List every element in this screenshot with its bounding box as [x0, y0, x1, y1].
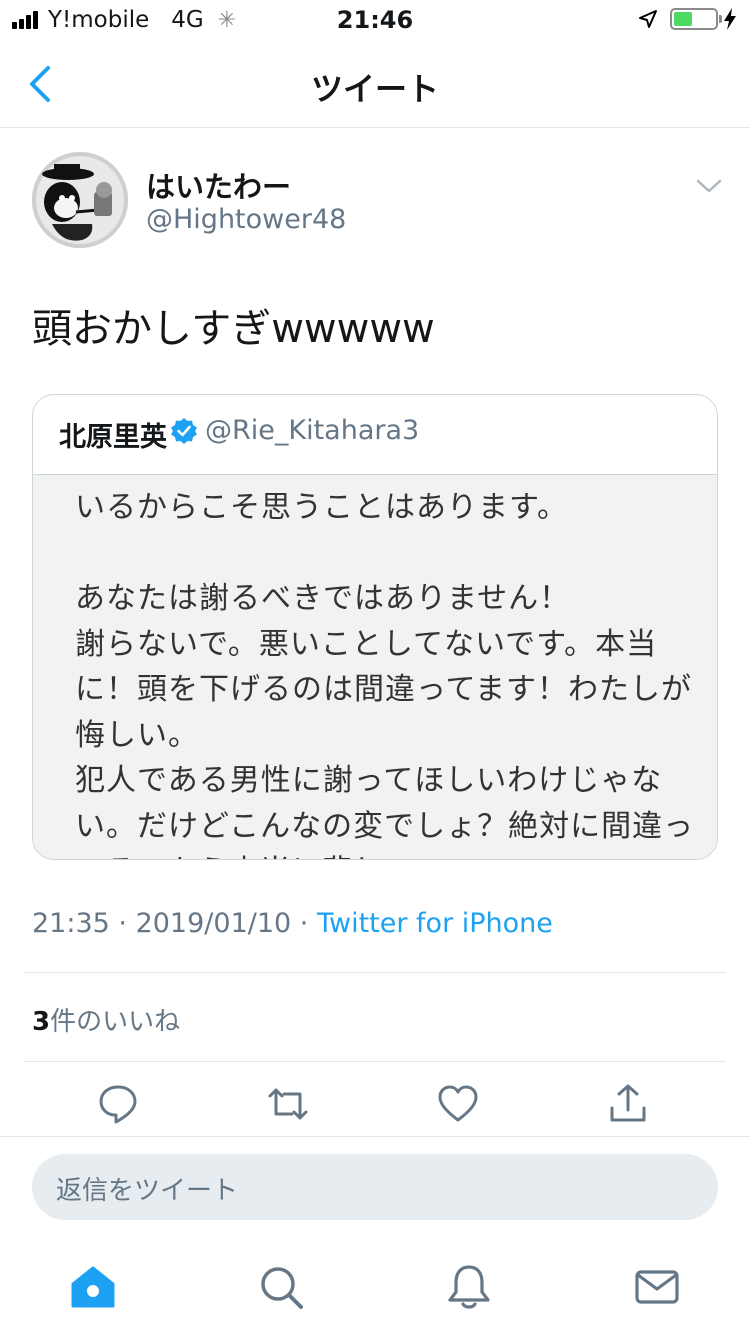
location-arrow-icon: [639, 10, 657, 28]
divider: [0, 1136, 750, 1137]
heart-icon[interactable]: [436, 1082, 480, 1126]
retweet-icon[interactable]: [266, 1082, 310, 1126]
quoted-image-line: あなたは謝るべきではありません！: [75, 581, 571, 616]
search-icon[interactable]: [256, 1262, 306, 1312]
quoted-tweet[interactable]: 北原里英 @Rie_Kitahara3 いるからこそ思うことはあります。 あなた…: [32, 394, 718, 860]
display-name[interactable]: はいたわー: [146, 164, 291, 206]
avatar-image: [32, 152, 128, 248]
home-icon[interactable]: [68, 1262, 118, 1312]
tweet-meta: 21:35 · 2019/01/10 · Twitter for iPhone: [32, 908, 553, 939]
reply-input[interactable]: 返信をツイート: [32, 1154, 718, 1220]
battery-icon: [670, 8, 722, 30]
quoted-display-name: 北原里英: [59, 422, 167, 453]
quoted-image-line: いるからこそ思うことはあります。: [75, 490, 568, 525]
quoted-tweet-image[interactable]: いるからこそ思うことはあります。 あなたは謝るべきではありません！ 謝らないで。…: [33, 475, 717, 859]
reply-placeholder: 返信をツイート: [56, 1176, 239, 1206]
charging-bolt-icon: [724, 8, 736, 30]
quoted-image-text: いるからこそ思うことはあります。 あなたは謝るべきではありません！ 謝らないで。…: [75, 485, 695, 859]
tab-bar: [0, 1244, 750, 1334]
divider: [24, 972, 726, 973]
share-icon[interactable]: [606, 1082, 650, 1126]
quoted-image-line: に！頭を下げるのは間違ってます！わたしが: [75, 672, 692, 707]
avatar[interactable]: [32, 152, 128, 248]
quoted-image-line: [75, 531, 695, 577]
tweet-time: 21:35: [32, 908, 110, 939]
mail-icon[interactable]: [632, 1262, 682, 1312]
likes-label: 件のいいね: [50, 1007, 181, 1037]
meta-separator: ·: [118, 908, 136, 939]
meta-separator: ·: [299, 908, 317, 939]
tweet-text: 頭おかしすぎwwwww: [32, 306, 435, 352]
likes-number: 3: [32, 1007, 51, 1037]
quoted-image-line: 犯人である男性に謝ってほしいわけじゃな: [75, 763, 663, 798]
quoted-image-line: い。だけどこんなの変でしょ？絶対に間違っ: [75, 808, 695, 844]
likes-count[interactable]: 3件のいいね: [32, 1001, 180, 1038]
navigation-bar: ツイート: [0, 40, 750, 128]
verified-badge-icon: [171, 418, 197, 444]
tweet-date: 2019/01/10: [135, 908, 292, 939]
status-bar: Y!mobile 4G ✳ 21:46: [0, 0, 750, 40]
quoted-tweet-header: 北原里英 @Rie_Kitahara3: [33, 395, 717, 475]
battery-fill: [674, 12, 692, 26]
tweet-actions: [0, 1082, 750, 1132]
user-handle[interactable]: @Hightower48: [146, 204, 346, 235]
status-right: [638, 8, 736, 30]
chevron-down-icon[interactable]: [692, 174, 726, 198]
tweet-source-link[interactable]: Twitter for iPhone: [317, 908, 553, 939]
quoted-image-line: 謝らないで。悪いことしてないです。本当: [75, 626, 658, 662]
quoted-image-line: 悔しい。: [75, 717, 199, 753]
reply-icon[interactable]: [96, 1082, 140, 1126]
divider: [24, 1061, 726, 1062]
quoted-user-handle: @Rie_Kitahara3: [205, 415, 420, 446]
page-title: ツイート: [310, 70, 439, 108]
bell-icon[interactable]: [444, 1262, 494, 1312]
quoted-image-line: てる。もう本当に悲しい: [75, 849, 695, 859]
